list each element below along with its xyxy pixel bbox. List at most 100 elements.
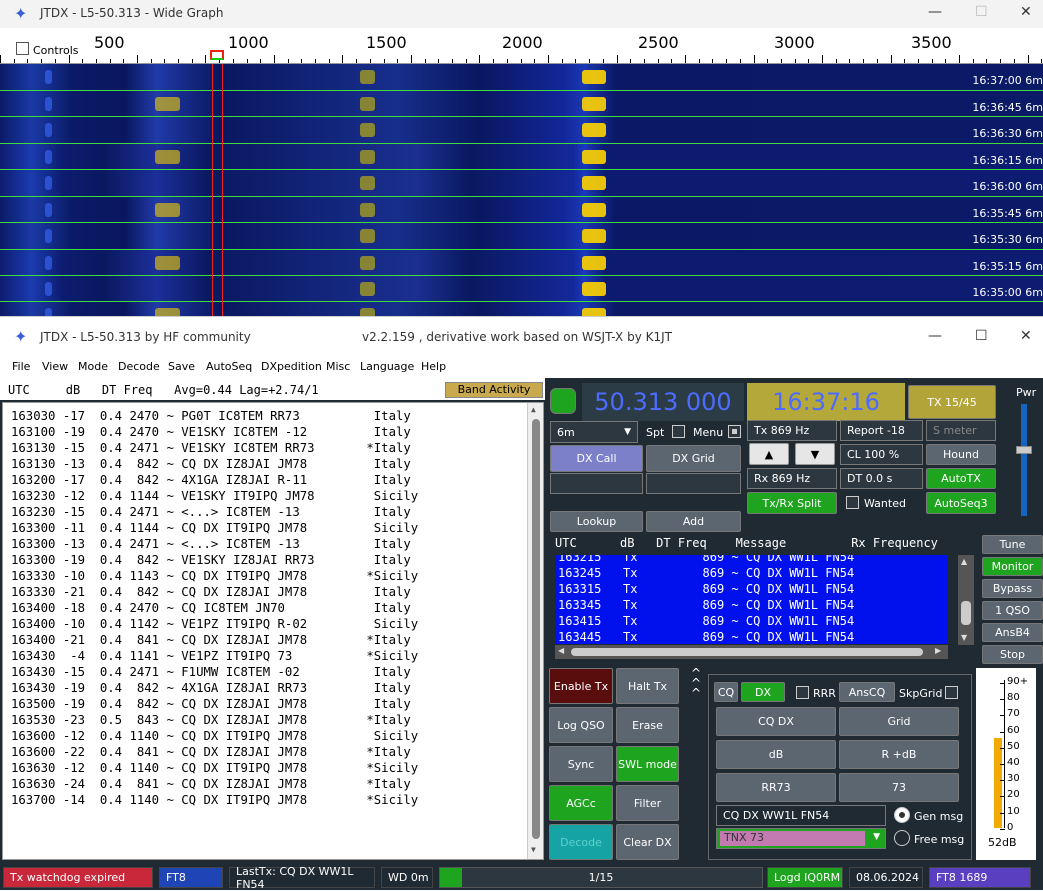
anscq-button[interactable]: AnsCQ [839, 682, 895, 702]
swl-mode-button[interactable]: SWL mode [616, 746, 679, 782]
menu-help[interactable]: Help [421, 360, 446, 373]
up-arrow-button[interactable]: ▲ [749, 443, 789, 465]
decode-row[interactable]: 163300 -11 0.4 1144 ~ CQ DX IT9IPQ JM78 … [11, 521, 418, 537]
scrollbar-thumb[interactable] [532, 419, 540, 839]
cq-dx-button[interactable]: CQ DX [716, 707, 836, 736]
decode-row[interactable]: 163030 -17 0.4 2470 ~ PG0T IC8TEM RR73 I… [11, 409, 411, 425]
agcc-button[interactable]: AGCc [549, 785, 613, 821]
rx-frequency-list[interactable]: 163215 Tx 869 ~ CQ DX WW1L FN54 163245 Tx… [555, 555, 948, 644]
down-arrow-button[interactable]: ▼ [795, 443, 835, 465]
filter-button[interactable]: Filter [616, 785, 679, 821]
scroll-left-icon[interactable]: ◀ [558, 646, 564, 655]
rx-row[interactable]: 163445 Tx 869 ~ CQ DX WW1L FN54 [558, 630, 854, 644]
hound-button[interactable]: Hound [926, 444, 996, 465]
maximize-icon[interactable]: ☐ [975, 4, 988, 20]
waterfall-display[interactable]: 16:37:00 6m 16:36:45 6m 16:36:30 6m 16:36:1… [0, 64, 1043, 316]
decode-row[interactable]: 163630 -12 0.4 1140 ~ CQ DX IT9IPQ JM78 … [11, 761, 418, 777]
73-button[interactable]: 73 [839, 773, 959, 802]
decode-row[interactable]: 163400 -21 0.4 841 ~ CQ DX IZ8JAI JM78 *… [11, 633, 411, 649]
rx-row[interactable]: 163215 Tx 869 ~ CQ DX WW1L FN54 [558, 555, 854, 564]
cl-spinbox[interactable]: CL 100 % [840, 444, 923, 465]
dx-grid-input[interactable] [646, 473, 741, 494]
menu-save[interactable]: Save [168, 360, 195, 373]
decode-row[interactable]: 163430 -15 0.4 2471 ~ F1UMW IC8TEM -02 I… [11, 665, 411, 681]
sync-button[interactable]: Sync [549, 746, 613, 782]
menu-decode[interactable]: Decode [118, 360, 160, 373]
decode-row[interactable]: 163430 -19 0.4 842 ~ 4X1GA IZ8JAI RR73 I… [11, 681, 411, 697]
free-msg-radio[interactable] [894, 830, 910, 846]
menu-view[interactable]: View [42, 360, 68, 373]
ansb4-button[interactable]: AnsB4 [982, 623, 1043, 642]
enable-tx-button[interactable]: Enable Tx [549, 668, 613, 704]
rr73-button[interactable]: RR73 [716, 773, 836, 802]
tune-button[interactable]: Tune [982, 535, 1043, 554]
close-icon[interactable]: ✕ [1020, 328, 1032, 344]
decode-row[interactable]: 163530 -23 0.5 843 ~ CQ DX IZ8JAI JM78 *… [11, 713, 411, 729]
minimize-icon[interactable]: — [928, 328, 942, 344]
dt-spinbox[interactable]: DT 0.0 s [840, 468, 923, 489]
db-button[interactable]: dB [716, 740, 836, 769]
bypass-button[interactable]: Bypass [982, 579, 1043, 598]
rx-row[interactable]: 163245 Tx 869 ~ CQ DX WW1L FN54 [558, 566, 854, 580]
decode-row[interactable]: 163630 -24 0.4 841 ~ CQ DX IZ8JAI JM78 *… [11, 777, 411, 793]
dx-call-button[interactable]: DX Call [550, 445, 643, 472]
decode-row[interactable]: 163130 -15 0.4 2471 ~ VE1SKY IC8TEM RR73… [11, 441, 411, 457]
scroll-up-icon[interactable]: ▲ [961, 557, 967, 566]
scroll-down-icon[interactable]: ▼ [961, 633, 967, 642]
menu-mode[interactable]: Mode [78, 360, 108, 373]
decode-row[interactable]: 163330 -10 0.4 1143 ~ CQ DX IT9IPQ JM78 … [11, 569, 418, 585]
decode-row[interactable]: 163400 -10 0.4 1142 ~ VE1PZ IT9IPQ R-02 … [11, 617, 418, 633]
band-activity-button[interactable]: Band Activity [445, 382, 543, 398]
decode-row[interactable]: 163230 -12 0.4 1144 ~ VE1SKY IT9IPQ JM78… [11, 489, 418, 505]
rx-list-scrollbar[interactable]: ▲ ▼ [958, 555, 974, 645]
close-icon[interactable]: ✕ [1020, 4, 1032, 20]
spt-checkbox[interactable] [672, 425, 685, 438]
dx-grid-button[interactable]: DX Grid [646, 445, 741, 472]
scroll-up-icon[interactable]: ▲ [531, 405, 536, 414]
erase-button[interactable]: Erase [616, 707, 679, 743]
frequency-scale[interactable]: Controls 500 1000 1500 2000 2500 3000 35… [0, 28, 1043, 64]
rx-row[interactable]: 163415 Tx 869 ~ CQ DX WW1L FN54 [558, 614, 854, 628]
band-select[interactable]: 6m ▼ [550, 421, 638, 443]
menu-misc[interactable]: Misc [326, 360, 350, 373]
controls-checkbox[interactable] [16, 42, 29, 55]
one-qso-button[interactable]: 1 QSO [982, 601, 1043, 620]
tx-frequency-spinbox[interactable]: Tx 869 Hz [747, 420, 837, 441]
skpgrid-checkbox[interactable] [945, 686, 958, 699]
generated-message-field[interactable]: CQ DX WW1L FN54 [716, 805, 886, 826]
log-qso-button[interactable]: Log QSO [549, 707, 613, 743]
halt-tx-button[interactable]: Halt Tx [616, 668, 679, 704]
scroll-right-icon[interactable]: ▶ [935, 646, 941, 655]
gen-msg-radio[interactable] [894, 807, 910, 823]
decode-row[interactable]: 163330 -21 0.4 842 ~ CQ DX IZ8JAI JM78 I… [11, 585, 411, 601]
smeter-field[interactable]: S meter [926, 420, 996, 441]
band-activity-scrollbar[interactable]: ▲ ▼ [527, 403, 543, 859]
decode-row[interactable]: 163600 -12 0.4 1140 ~ CQ DX IT9IPQ JM78 … [11, 729, 418, 745]
minimize-icon[interactable]: — [928, 4, 942, 20]
power-slider-track[interactable] [1021, 404, 1027, 516]
menu-dxpedition[interactable]: DXpedition [261, 360, 322, 373]
rx-row[interactable]: 163315 Tx 869 ~ CQ DX WW1L FN54 [558, 582, 854, 596]
autotx-button[interactable]: AutoTX [926, 468, 996, 489]
wide-graph-titlebar[interactable]: ✦ JTDX - L5-50.313 - Wide Graph — ☐ ✕ [0, 0, 1043, 28]
tx-rx-split-button[interactable]: Tx/Rx Split [747, 492, 837, 514]
maximize-icon[interactable]: ☐ [975, 328, 988, 344]
decode-row[interactable]: 163500 -19 0.4 842 ~ CQ DX IZ8JAI JM78 I… [11, 697, 411, 713]
decode-row[interactable]: 163700 -14 0.4 1140 ~ CQ DX IT9IPQ JM78 … [11, 793, 418, 809]
wanted-checkbox[interactable] [846, 496, 859, 509]
rrr-checkbox[interactable] [796, 686, 809, 699]
band-activity-list[interactable]: 163030 -17 0.4 2470 ~ PG0T IC8TEM RR73 I… [2, 402, 544, 860]
decode-row[interactable]: 163430 -4 0.4 1141 ~ VE1PZ IT9IPQ 73 *Si… [11, 649, 418, 665]
rx-row[interactable]: 163345 Tx 869 ~ CQ DX WW1L FN54 [558, 598, 854, 612]
monitor-button[interactable]: Monitor [982, 557, 1043, 576]
decode-row[interactable]: 163130 -13 0.4 842 ~ CQ DX IZ8JAI JM78 I… [11, 457, 411, 473]
cq-button[interactable]: CQ [714, 682, 738, 702]
scroll-down-icon[interactable]: ▼ [531, 845, 536, 854]
decode-row[interactable]: 163200 -17 0.4 842 ~ 4X1GA IZ8JAI R-11 I… [11, 473, 411, 489]
r-db-button[interactable]: R +dB [839, 740, 959, 769]
decode-button[interactable]: Decode [549, 824, 613, 860]
menu-autoseq[interactable]: AutoSeq [206, 360, 252, 373]
menu-file[interactable]: File [12, 360, 30, 373]
decode-row[interactable]: 163400 -18 0.4 2470 ~ CQ IC8TEM JN70 Ita… [11, 601, 411, 617]
grid-button[interactable]: Grid [839, 707, 959, 736]
